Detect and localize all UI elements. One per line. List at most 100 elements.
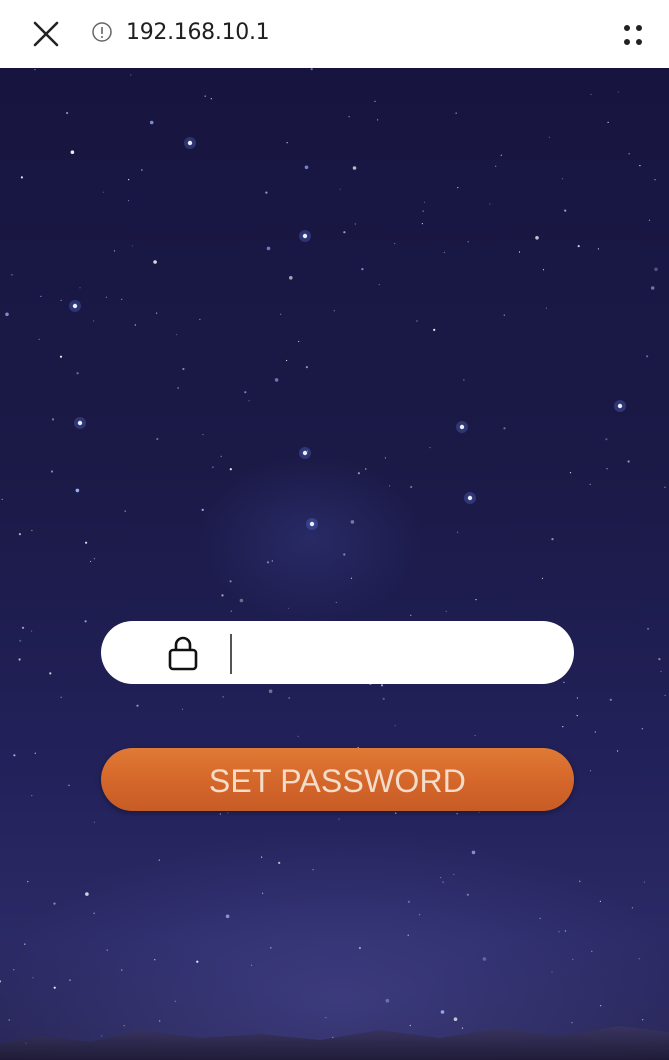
bright-star xyxy=(617,403,623,409)
star xyxy=(384,457,386,459)
star xyxy=(141,169,143,171)
star xyxy=(121,969,123,971)
menu-button[interactable] xyxy=(614,16,648,52)
star xyxy=(564,209,567,212)
star xyxy=(577,245,580,248)
star xyxy=(0,980,2,983)
star xyxy=(590,93,592,96)
star xyxy=(380,684,384,687)
star xyxy=(535,236,539,240)
close-icon xyxy=(33,21,59,47)
star xyxy=(442,881,444,883)
star xyxy=(304,165,309,170)
star xyxy=(628,153,630,155)
star xyxy=(455,112,457,114)
set-password-button-label: SET PASSWORD xyxy=(208,763,467,799)
star xyxy=(90,560,92,563)
bright-star xyxy=(302,233,308,239)
star xyxy=(443,251,445,253)
star xyxy=(606,468,608,470)
star xyxy=(270,947,272,949)
star xyxy=(18,533,21,536)
star xyxy=(643,881,646,883)
star xyxy=(471,850,476,855)
star xyxy=(482,957,487,961)
browser-toolbar: 192.168.10.1 xyxy=(0,0,669,68)
address-bar-url[interactable]: 192.168.10.1 xyxy=(126,18,270,48)
star xyxy=(410,485,413,489)
star xyxy=(286,142,288,144)
star xyxy=(13,969,15,971)
password-field[interactable] xyxy=(101,621,574,684)
star xyxy=(352,166,357,170)
star xyxy=(287,607,289,610)
star xyxy=(605,438,608,441)
star xyxy=(53,902,56,905)
star xyxy=(225,914,230,919)
star xyxy=(60,299,62,301)
star xyxy=(156,437,159,441)
star xyxy=(440,876,442,879)
star xyxy=(541,577,544,579)
info-icon[interactable] xyxy=(91,21,113,43)
star xyxy=(196,960,199,963)
star xyxy=(410,614,412,616)
star xyxy=(210,98,212,100)
star xyxy=(361,268,364,271)
star xyxy=(579,880,581,882)
star xyxy=(607,121,609,123)
star xyxy=(421,223,423,225)
star xyxy=(66,111,69,115)
star xyxy=(93,912,95,914)
star xyxy=(268,689,273,693)
star xyxy=(422,210,424,212)
star xyxy=(374,100,376,102)
text-cursor xyxy=(230,634,232,674)
star xyxy=(105,296,107,298)
star xyxy=(271,560,273,562)
star xyxy=(350,577,353,579)
close-button[interactable] xyxy=(26,14,66,54)
star xyxy=(407,900,410,903)
star xyxy=(641,728,643,730)
star xyxy=(591,950,593,953)
star xyxy=(654,179,656,181)
bright-star xyxy=(467,495,473,501)
star xyxy=(453,873,455,876)
star xyxy=(175,334,178,336)
star xyxy=(475,599,477,601)
star xyxy=(265,191,268,194)
star xyxy=(463,379,465,381)
star xyxy=(278,861,281,865)
star xyxy=(202,434,204,436)
star xyxy=(149,120,154,125)
star xyxy=(19,639,22,642)
star xyxy=(310,68,313,71)
star xyxy=(562,726,564,728)
bright-star xyxy=(72,303,78,309)
star xyxy=(599,900,602,902)
star xyxy=(60,696,62,698)
bright-star xyxy=(187,140,193,146)
star xyxy=(297,735,299,737)
star xyxy=(382,697,385,700)
star xyxy=(154,959,156,961)
star xyxy=(354,223,356,225)
star xyxy=(569,472,572,474)
star xyxy=(21,626,25,629)
star xyxy=(503,427,506,430)
star xyxy=(377,119,379,121)
star xyxy=(181,708,184,711)
star xyxy=(467,241,469,243)
star xyxy=(305,366,308,369)
star xyxy=(49,672,52,675)
star xyxy=(32,977,34,979)
star xyxy=(182,367,185,371)
star xyxy=(93,821,95,823)
star xyxy=(589,483,591,485)
star xyxy=(286,359,288,362)
set-password-button[interactable]: SET PASSWORD xyxy=(101,748,574,811)
star xyxy=(631,907,634,909)
password-input[interactable] xyxy=(231,631,551,674)
star xyxy=(153,260,157,264)
